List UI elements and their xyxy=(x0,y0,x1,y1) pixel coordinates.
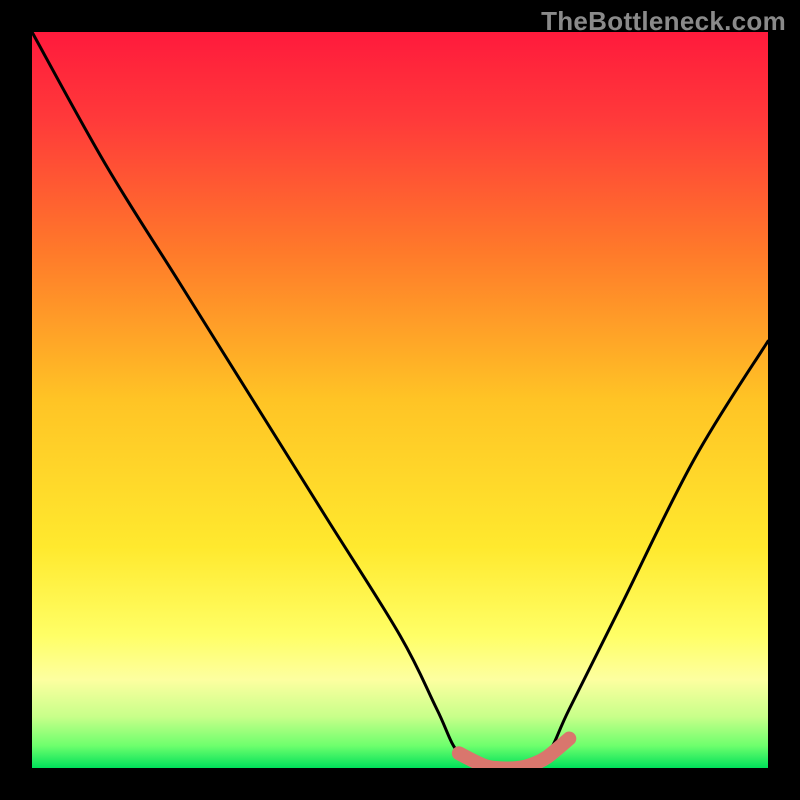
plot-area xyxy=(32,32,768,768)
chart-frame: TheBottleneck.com xyxy=(0,0,800,800)
bottleneck-chart xyxy=(32,32,768,768)
gradient-background xyxy=(32,32,768,768)
